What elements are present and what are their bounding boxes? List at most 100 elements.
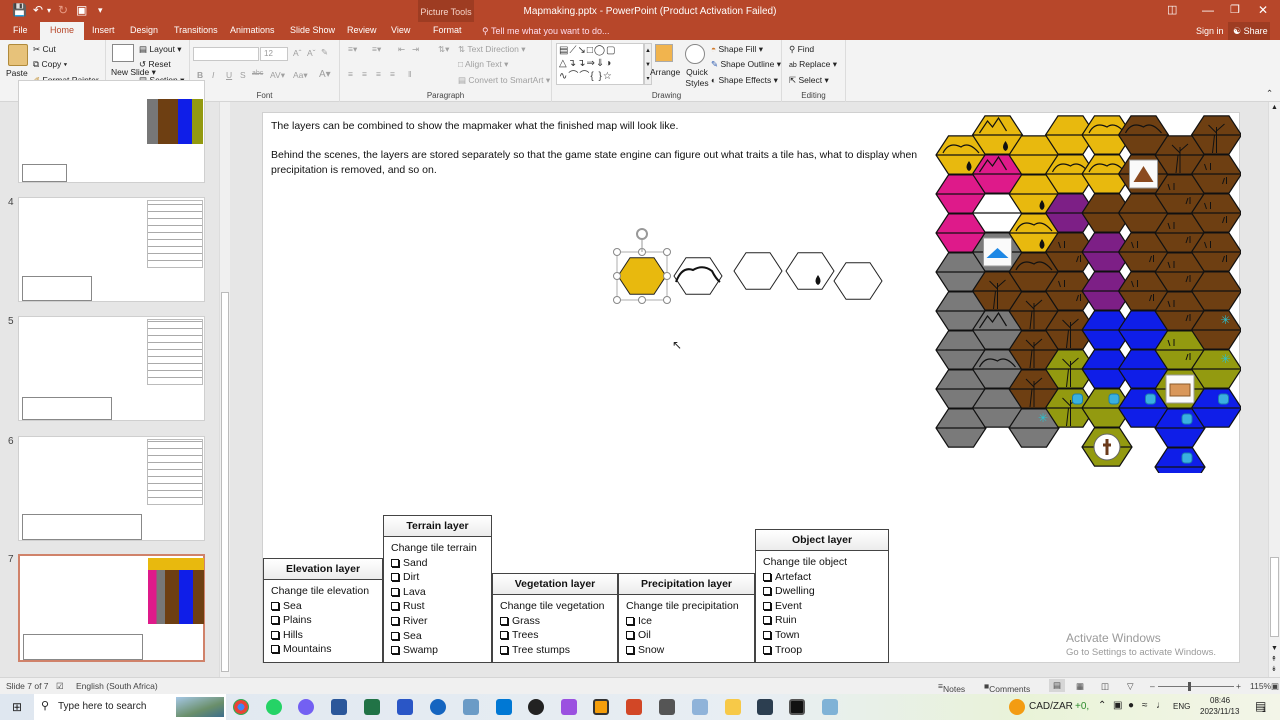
layer-tile-blank[interactable] xyxy=(733,252,783,290)
checkbox[interactable] xyxy=(763,587,771,596)
terminal-icon[interactable] xyxy=(789,699,805,715)
slide-thumbnail-6[interactable] xyxy=(18,436,205,541)
normal-view-icon[interactable]: ▤ xyxy=(1049,679,1066,692)
microphone-icon[interactable]: ● xyxy=(1128,700,1134,711)
sign-in-link[interactable]: Sign in xyxy=(1196,26,1224,36)
shadow-icon[interactable]: S xyxy=(240,70,246,80)
checkbox[interactable] xyxy=(626,645,634,654)
layout-button[interactable]: ▤ Layout ▾ xyxy=(139,44,182,55)
align-right-icon[interactable]: ≡ xyxy=(376,69,381,79)
layer-option[interactable]: Dwelling xyxy=(763,584,888,599)
tab-transitions[interactable]: Transitions xyxy=(174,25,218,35)
next-slide-icon[interactable]: ↡ xyxy=(1271,665,1277,673)
resize-handle[interactable] xyxy=(613,248,621,256)
decrease-indent-icon[interactable]: ⇤ xyxy=(398,44,405,55)
scroll-up-icon[interactable]: ▲ xyxy=(1271,104,1278,111)
clock-date[interactable]: 2023/11/13 xyxy=(1200,707,1239,716)
calculator-icon[interactable] xyxy=(757,699,773,715)
zoom-out-icon[interactable]: – xyxy=(1150,681,1155,691)
layer-option[interactable]: Swamp xyxy=(391,643,491,658)
layer-option[interactable]: Snow xyxy=(626,643,754,658)
thumbnails-scrollbar[interactable] xyxy=(219,102,230,677)
layer-option[interactable]: Tree stumps xyxy=(500,643,617,658)
checkbox[interactable] xyxy=(391,558,399,567)
tab-home[interactable]: Home xyxy=(40,22,85,40)
zoom-in-icon[interactable]: + xyxy=(1236,681,1241,691)
paste-icon[interactable] xyxy=(8,44,28,66)
whatsapp-icon[interactable] xyxy=(266,699,282,715)
checkbox[interactable] xyxy=(500,645,508,654)
weather-icon[interactable] xyxy=(1009,699,1025,715)
slide-text-explanation[interactable]: Behind the scenes, the layers are stored… xyxy=(271,148,935,177)
slide-text-intro[interactable]: The layers can be combined to show the m… xyxy=(271,119,931,134)
font-name-box[interactable] xyxy=(193,47,259,61)
tab-file[interactable]: File xyxy=(13,25,28,35)
layer-option[interactable]: Event xyxy=(763,599,888,614)
shape-outline-button[interactable]: ✎ Shape Outline ▾ xyxy=(711,59,781,70)
layer-tile-sand-yellow-selected[interactable] xyxy=(613,228,671,304)
slideshow-view-icon[interactable]: ▽ xyxy=(1127,681,1134,692)
layer-option[interactable]: Lava xyxy=(391,585,491,600)
layer-option[interactable]: Mountains xyxy=(271,642,382,657)
layer-option[interactable]: Rust xyxy=(391,599,491,614)
zoom-level[interactable]: 115% xyxy=(1250,681,1271,691)
restore-button[interactable]: ❐ xyxy=(1230,3,1240,16)
slide-thumbnail-4[interactable] xyxy=(18,197,205,302)
resize-handle[interactable] xyxy=(638,296,646,304)
excel-icon[interactable] xyxy=(364,699,380,715)
paint-icon[interactable] xyxy=(692,699,708,715)
layer-option[interactable]: Hills xyxy=(271,628,382,643)
clapper-icon[interactable] xyxy=(561,699,577,715)
checkbox[interactable] xyxy=(391,602,399,611)
layer-option[interactable]: Plains xyxy=(271,613,382,628)
layer-tile-hills-outline[interactable] xyxy=(673,257,723,295)
resize-handle[interactable] xyxy=(663,296,671,304)
char-spacing-icon[interactable]: AV▾ xyxy=(270,70,285,81)
fit-slide-icon[interactable]: ▣ xyxy=(1271,681,1279,692)
reset-button[interactable]: ↺ Reset xyxy=(139,59,171,70)
clear-formatting-icon[interactable]: ✎ xyxy=(321,47,328,58)
text-direction-button[interactable]: ⇅ Text Direction ▾ xyxy=(458,44,525,55)
tab-review[interactable]: Review xyxy=(347,25,377,35)
hex-tile-swamp[interactable] xyxy=(1081,427,1133,467)
spellcheck-icon[interactable]: ☑ xyxy=(56,681,64,692)
tell-me-box[interactable]: ⚲ Tell me what you want to do... xyxy=(482,26,610,37)
italic-icon[interactable]: I xyxy=(212,70,214,80)
zoom-slider[interactable] xyxy=(1158,686,1234,687)
checkbox[interactable] xyxy=(500,616,508,625)
increase-indent-icon[interactable]: ⇥ xyxy=(412,44,419,55)
vscode-icon[interactable] xyxy=(496,699,512,715)
justify-icon[interactable]: ≡ xyxy=(390,69,395,79)
powerpoint-icon[interactable] xyxy=(626,699,642,715)
file-explorer-icon[interactable] xyxy=(725,699,741,715)
find-button[interactable]: ⚲ Find xyxy=(789,44,814,55)
layer-tile-oil-drop[interactable] xyxy=(785,252,835,290)
increase-font-icon[interactable]: Aˆ xyxy=(293,48,302,58)
cut-button[interactable]: ✂ Cut xyxy=(33,44,56,55)
layer-option[interactable]: Oil xyxy=(626,628,754,643)
checkbox[interactable] xyxy=(500,631,508,640)
layer-tile-blank[interactable] xyxy=(833,262,883,300)
checkbox[interactable] xyxy=(391,587,399,596)
resize-handle[interactable] xyxy=(663,248,671,256)
font-size-box[interactable]: 12 xyxy=(260,47,288,61)
scroll-thumb[interactable] xyxy=(221,292,229,672)
zoom-slider-thumb[interactable] xyxy=(1188,682,1191,691)
windows-start-icon[interactable]: ⊞ xyxy=(12,700,22,714)
checkbox[interactable] xyxy=(391,573,399,582)
layer-option[interactable]: Dirt xyxy=(391,570,491,585)
language-indicator[interactable]: English (South Africa) xyxy=(76,681,158,691)
shapes-gallery-scroll[interactable]: ▲ ▼ ▾ xyxy=(644,43,652,85)
notes-button[interactable]: ≡ Notes xyxy=(938,681,965,694)
checkbox[interactable] xyxy=(763,630,771,639)
bullets-icon[interactable]: ≡▾ xyxy=(348,44,357,55)
camera-icon[interactable]: ▣ xyxy=(1113,700,1122,711)
tab-slide-show[interactable]: Slide Show xyxy=(290,25,335,35)
tab-animations[interactable]: Animations xyxy=(230,25,275,35)
tab-insert[interactable]: Insert xyxy=(92,25,115,35)
quick-styles-button[interactable]: Quick Styles xyxy=(683,67,711,89)
checkbox[interactable] xyxy=(271,630,279,639)
clock-time[interactable]: 08:46 xyxy=(1210,696,1230,705)
columns-icon[interactable]: ‖ xyxy=(408,69,412,79)
checkbox[interactable] xyxy=(391,631,399,640)
